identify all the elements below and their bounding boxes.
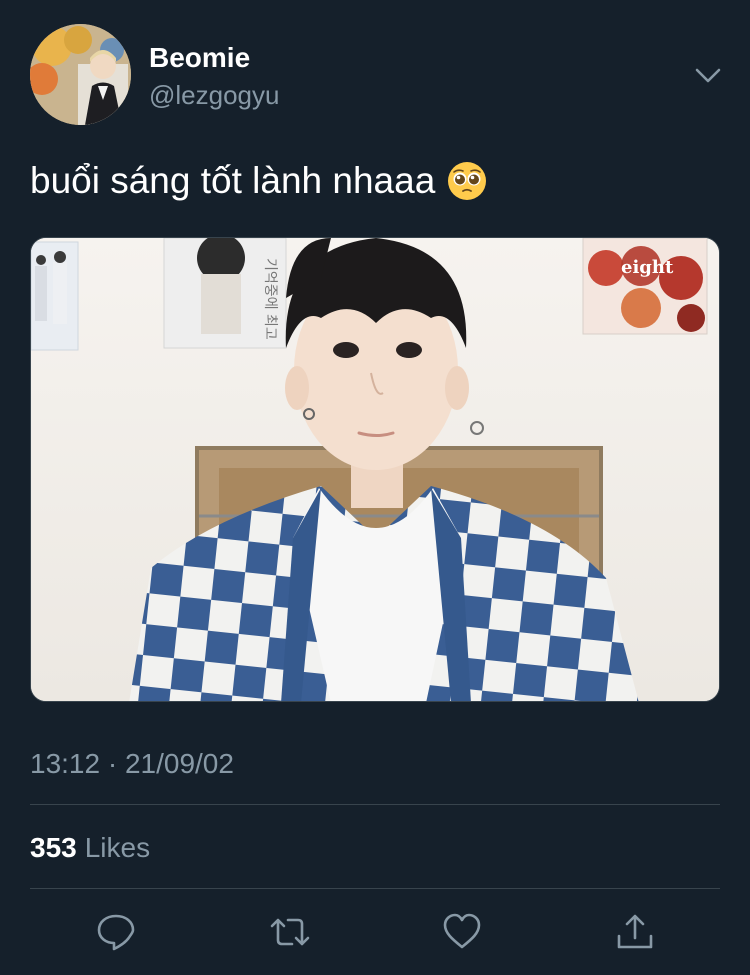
retweet-icon[interactable] (270, 912, 310, 952)
reply-icon[interactable] (96, 912, 136, 952)
tweet-media-photo[interactable]: 기억중에 최고 eight (30, 237, 720, 702)
user-handle[interactable]: @lezgogyu (149, 80, 279, 111)
divider (30, 804, 720, 805)
tweet-detail: Beomie @lezgogyu buổi sáng tốt lành nhaa… (0, 0, 750, 975)
pleading-face-emoji-icon (447, 161, 487, 201)
chevron-down-icon[interactable] (693, 62, 723, 88)
tweet-text-row: buổi sáng tốt lành nhaaa (30, 160, 487, 202)
tweet-timestamp[interactable]: 13:12 · 21/09/02 (30, 748, 234, 780)
likes-count: 353 (30, 832, 77, 863)
heart-icon[interactable] (442, 912, 482, 952)
share-icon[interactable] (615, 912, 655, 952)
divider (30, 888, 720, 889)
likes-label: Likes (84, 832, 151, 863)
poster-korean-text: 기억중에 최고 (262, 258, 278, 340)
avatar[interactable] (30, 24, 131, 125)
tweet-text: buổi sáng tốt lành nhaaa (30, 160, 436, 201)
poster-eight-text: eight (621, 257, 674, 278)
avatar-image (30, 24, 131, 125)
display-name[interactable]: Beomie (149, 42, 250, 74)
likes-stat[interactable]: 353 Likes (30, 832, 150, 864)
